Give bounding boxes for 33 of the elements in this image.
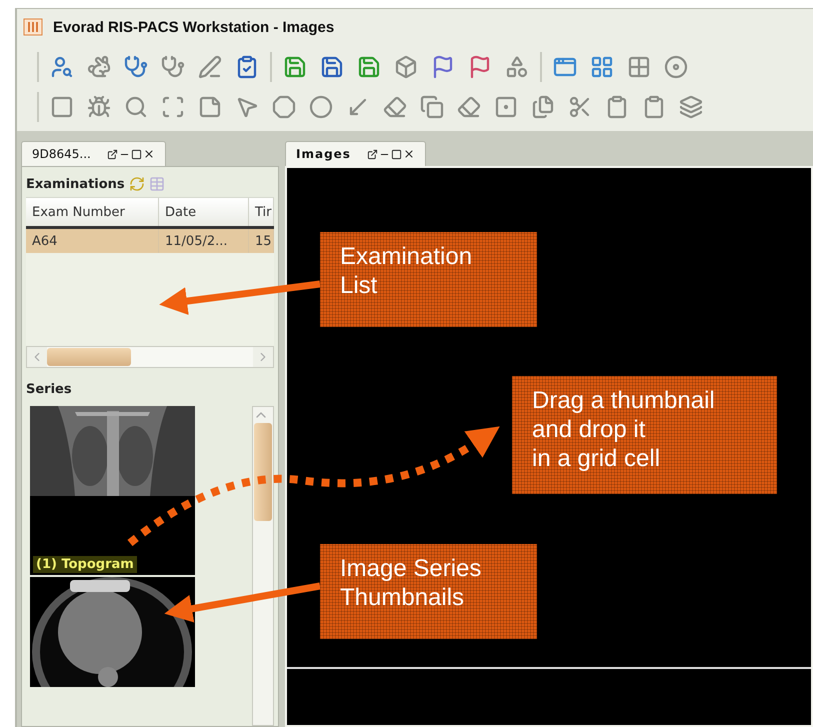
maximize-icon[interactable]	[390, 148, 402, 160]
octagon-icon[interactable]	[270, 93, 298, 121]
callout-text: Image Series Thumbnails	[340, 554, 482, 612]
column-header[interactable]: Date	[159, 198, 249, 226]
thumbnail-label: (1) Topogram	[33, 556, 137, 573]
panel-tab[interactable]: Images	[285, 141, 426, 166]
vertical-scrollbar[interactable]	[252, 406, 274, 726]
callout-text: Examination List	[340, 242, 474, 300]
close-icon[interactable]	[142, 148, 155, 160]
disc-icon[interactable]	[662, 53, 690, 81]
table-icon[interactable]	[148, 176, 165, 192]
table-cell: 11/05/2...	[159, 229, 249, 253]
column-header[interactable]: Tir	[249, 198, 274, 226]
column-header[interactable]: Exam Number	[26, 198, 159, 226]
edit-icon[interactable]	[196, 53, 224, 81]
callout-text: Drag a thumbnail and drop it in a grid cell	[532, 386, 716, 473]
series-thumbnail[interactable]: (1) Topogram	[30, 406, 195, 575]
refresh-icon[interactable]	[128, 176, 145, 192]
panel-tab[interactable]: 9D8645...	[21, 141, 166, 166]
close-icon[interactable]	[402, 148, 415, 160]
table-cell: 15	[249, 229, 274, 253]
layers-icon[interactable]	[677, 93, 705, 121]
app-logo-icon	[23, 18, 43, 36]
ellipse-icon[interactable]	[307, 93, 335, 121]
detach-icon[interactable]	[366, 148, 378, 160]
detach-icon[interactable]	[106, 148, 118, 160]
copy-layers-icon[interactable]	[418, 93, 446, 121]
window-title: Evorad RIS-PACS Workstation - Images	[53, 18, 334, 36]
maximize-icon[interactable]	[130, 148, 142, 160]
horizontal-scrollbar[interactable]	[26, 346, 274, 368]
section-title: Examinations	[26, 176, 125, 192]
table-cell: A64	[26, 229, 159, 253]
section-title: Series	[26, 382, 72, 396]
